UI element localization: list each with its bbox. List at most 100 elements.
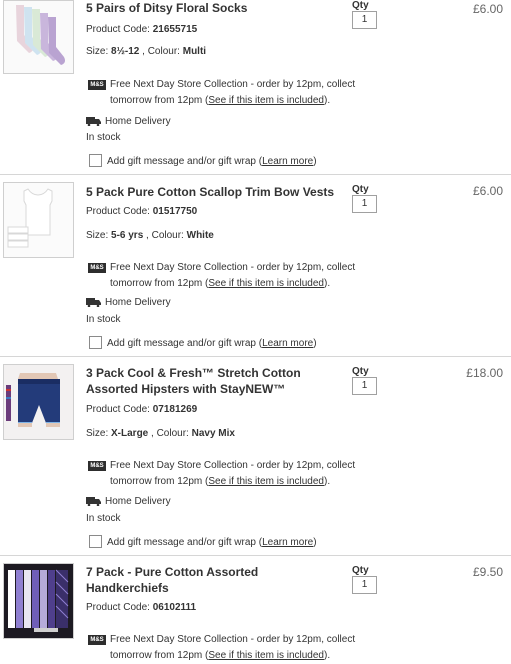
- gift-option[interactable]: Add gift message and/or gift wrap (Learn…: [89, 154, 317, 168]
- home-delivery: Home Delivery: [86, 116, 171, 127]
- product-code-label: Product Code:: [86, 24, 150, 35]
- item-divider: [0, 555, 511, 556]
- see-if-included-link[interactable]: See if this item is included: [208, 476, 324, 487]
- see-if-included-link[interactable]: See if this item is included: [208, 95, 324, 106]
- home-delivery-label: Home Delivery: [105, 297, 171, 308]
- store-collection-info: M&S Free Next Day Store Collection - ord…: [86, 260, 386, 292]
- qty-label: Qty: [352, 565, 369, 576]
- product-title[interactable]: 3 Pack Cool & Fresh™ Stretch Cotton Asso…: [86, 365, 346, 397]
- colour-label: , Colour:: [142, 46, 180, 57]
- product-title[interactable]: 7 Pack - Pure Cotton Assorted Handkerchi…: [86, 564, 346, 596]
- qty-input[interactable]: [352, 377, 377, 395]
- delivery-truck-icon: [86, 116, 101, 126]
- product-code-label: Product Code:: [86, 206, 150, 217]
- product-title[interactable]: 5 Pairs of Ditsy Floral Socks: [86, 0, 346, 16]
- qty-input[interactable]: [352, 195, 377, 213]
- product-code-value: 06102111: [152, 602, 197, 613]
- gift-text: Add gift message and/or gift wrap (: [107, 156, 263, 168]
- qty-input[interactable]: [352, 576, 377, 594]
- product-title-line2: Assorted Hipsters with StayNEW™: [86, 382, 286, 396]
- gift-close: ): [313, 338, 317, 350]
- collect-close: ).: [323, 650, 331, 661]
- product-title[interactable]: 5 Pack Pure Cotton Scallop Trim Bow Vest…: [86, 184, 346, 200]
- store-collection-icon: M&S: [88, 635, 106, 645]
- home-delivery: Home Delivery: [86, 297, 171, 308]
- collect-close: ).: [323, 278, 331, 289]
- delivery-truck-icon: [86, 496, 101, 506]
- product-image-socks[interactable]: [3, 0, 74, 74]
- delivery-truck-icon: [86, 297, 101, 307]
- product-image-handkerchiefs[interactable]: [3, 563, 74, 639]
- collect-text-line1: Free Next Day Store Collection - order b…: [110, 262, 356, 273]
- qty-label: Qty: [352, 366, 369, 377]
- home-delivery: Home Delivery: [86, 496, 171, 507]
- size-colour: Size: 5-6 yrs , Colour: White: [86, 230, 214, 241]
- size-label: Size:: [86, 230, 109, 241]
- learn-more-link[interactable]: Learn more: [262, 537, 313, 548]
- size-label: Size:: [86, 428, 109, 439]
- store-collection-icon: M&S: [88, 263, 106, 273]
- store-collection-info: M&S Free Next Day Store Collection - ord…: [86, 632, 386, 664]
- product-title-line1: 7 Pack - Pure Cotton Assorted: [86, 565, 259, 579]
- stock-status: In stock: [86, 314, 121, 325]
- qty-label: Qty: [352, 184, 369, 195]
- learn-more-link[interactable]: Learn more: [262, 156, 313, 167]
- collect-text-line1: Free Next Day Store Collection - order b…: [110, 79, 356, 90]
- product-title-line1: 3 Pack Cool & Fresh™ Stretch Cotton: [86, 366, 301, 380]
- collect-text-line2: tomorrow from 12pm (: [110, 650, 209, 661]
- colour-value: White: [186, 230, 214, 241]
- price: £18.00: [466, 366, 503, 380]
- store-collection-info: M&S Free Next Day Store Collection - ord…: [86, 77, 386, 109]
- product-code: Product Code: 21655715: [86, 24, 197, 35]
- collect-text-line2: tomorrow from 12pm (: [110, 278, 209, 289]
- product-code: Product Code: 07181269: [86, 404, 197, 415]
- gift-checkbox[interactable]: [89, 154, 102, 167]
- product-code-value: 01517750: [152, 206, 198, 217]
- gift-text: Add gift message and/or gift wrap (: [107, 537, 263, 549]
- store-collection-info: M&S Free Next Day Store Collection - ord…: [86, 458, 386, 490]
- gift-close: ): [313, 156, 317, 168]
- size-value: 5-6 yrs: [111, 230, 144, 241]
- gift-option[interactable]: Add gift message and/or gift wrap (Learn…: [89, 336, 317, 350]
- collect-text-line2: tomorrow from 12pm (: [110, 476, 209, 487]
- collect-text-line1: Free Next Day Store Collection - order b…: [110, 460, 356, 471]
- stock-status: In stock: [86, 132, 121, 143]
- colour-value: Multi: [182, 46, 207, 57]
- see-if-included-link[interactable]: See if this item is included: [208, 278, 324, 289]
- qty-input[interactable]: [352, 11, 377, 29]
- gift-checkbox[interactable]: [89, 336, 102, 349]
- size-colour: Size: X-Large , Colour: Navy Mix: [86, 428, 235, 439]
- home-delivery-label: Home Delivery: [105, 496, 171, 507]
- item-divider: [0, 174, 511, 175]
- collect-text-line2: tomorrow from 12pm (: [110, 95, 209, 106]
- see-if-included-link[interactable]: See if this item is included: [208, 650, 324, 661]
- product-code-value: 07181269: [152, 404, 198, 415]
- colour-label: , Colour:: [146, 230, 184, 241]
- size-colour: Size: 8½-12 , Colour: Multi: [86, 46, 206, 57]
- colour-value: Navy Mix: [191, 428, 235, 439]
- stock-status: In stock: [86, 513, 121, 524]
- price: £6.00: [472, 2, 503, 16]
- collect-close: ).: [323, 95, 331, 106]
- gift-option[interactable]: Add gift message and/or gift wrap (Learn…: [89, 535, 317, 549]
- price: £6.00: [472, 184, 503, 198]
- product-code-value: 21655715: [152, 24, 198, 35]
- size-value: X-Large: [111, 428, 149, 439]
- product-code-label: Product Code:: [86, 602, 150, 613]
- qty-label: Qty: [352, 0, 369, 11]
- product-image-vests[interactable]: [3, 182, 74, 258]
- product-image-hipsters[interactable]: [3, 364, 74, 440]
- learn-more-link[interactable]: Learn more: [262, 338, 313, 349]
- price: £9.50: [472, 565, 503, 579]
- size-value: 8½-12: [111, 46, 140, 57]
- size-label: Size:: [86, 46, 109, 57]
- home-delivery-label: Home Delivery: [105, 116, 171, 127]
- gift-checkbox[interactable]: [89, 535, 102, 548]
- product-title-line2: Handkerchiefs: [86, 581, 169, 595]
- item-divider: [0, 356, 511, 357]
- product-code-label: Product Code:: [86, 404, 150, 415]
- store-collection-icon: M&S: [88, 461, 106, 471]
- gift-text: Add gift message and/or gift wrap (: [107, 338, 263, 350]
- collect-text-line1: Free Next Day Store Collection - order b…: [110, 634, 356, 645]
- collect-close: ).: [323, 476, 331, 487]
